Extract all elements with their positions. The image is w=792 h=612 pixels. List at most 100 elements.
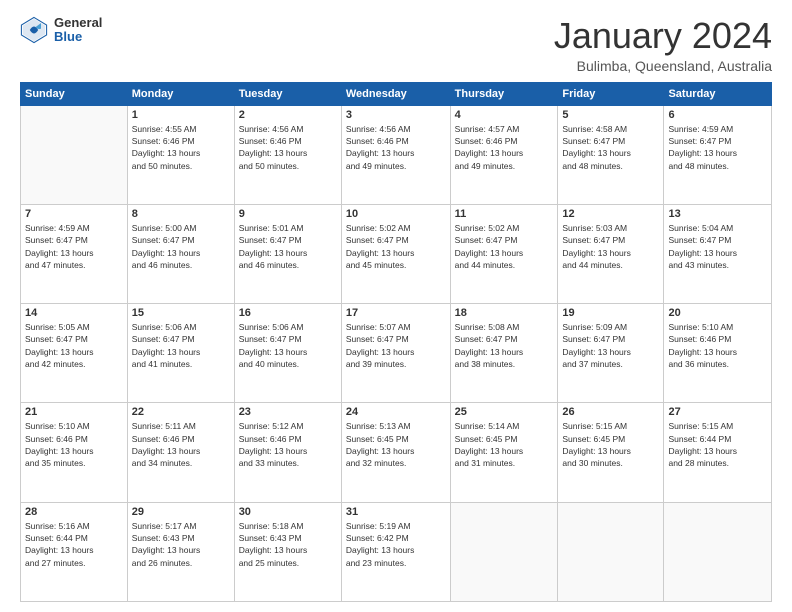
day-number: 29 [132, 506, 230, 518]
day-number: 13 [668, 208, 767, 220]
day-info: Sunrise: 5:10 AMSunset: 6:46 PMDaylight:… [25, 420, 123, 469]
day-cell-0-6: 6 Sunrise: 4:59 AMSunset: 6:47 PMDaylight… [664, 105, 772, 204]
day-number: 24 [346, 406, 446, 418]
logo-general: General [54, 16, 102, 30]
location: Bulimba, Queensland, Australia [554, 58, 772, 74]
day-number: 12 [562, 208, 659, 220]
day-info: Sunrise: 4:56 AMSunset: 6:46 PMDaylight:… [239, 123, 337, 172]
day-cell-1-6: 13 Sunrise: 5:04 AMSunset: 6:47 PMDayligh… [664, 204, 772, 303]
day-info: Sunrise: 5:16 AMSunset: 6:44 PMDaylight:… [25, 520, 123, 569]
day-cell-4-3: 31Sunrise: 5:19 AMSunset: 6:42 PMDayligh… [341, 502, 450, 601]
day-cell-1-5: 12 Sunrise: 5:03 AMSunset: 6:47 PMDayligh… [558, 204, 664, 303]
day-number: 26 [562, 406, 659, 418]
day-cell-0-0 [21, 105, 128, 204]
day-cell-4-6 [664, 502, 772, 601]
day-cell-4-4 [450, 502, 558, 601]
day-number: 18 [455, 307, 554, 319]
day-info: Sunrise: 5:03 AMSunset: 6:47 PMDaylight:… [562, 222, 659, 271]
day-info: Sunrise: 5:06 AMSunset: 6:47 PMDaylight:… [239, 321, 337, 370]
day-cell-4-0: 28 Sunrise: 5:16 AMSunset: 6:44 PMDayligh… [21, 502, 128, 601]
day-number: 17 [346, 307, 446, 319]
day-number: 22 [132, 406, 230, 418]
day-cell-3-1: 22 Sunrise: 5:11 AMSunset: 6:46 PMDayligh… [127, 403, 234, 502]
logo-blue: Blue [54, 30, 102, 44]
day-cell-4-1: 29 Sunrise: 5:17 AMSunset: 6:43 PMDayligh… [127, 502, 234, 601]
day-number: 8 [132, 208, 230, 220]
col-wednesday: Wednesday [341, 82, 450, 105]
day-cell-1-0: 7 Sunrise: 4:59 AMSunset: 6:47 PMDaylight… [21, 204, 128, 303]
day-number: 11 [455, 208, 554, 220]
day-cell-4-2: 30Sunrise: 5:18 AMSunset: 6:43 PMDayligh… [234, 502, 341, 601]
day-cell-2-3: 17 Sunrise: 5:07 AMSunset: 6:47 PMDayligh… [341, 304, 450, 403]
day-info: Sunrise: 4:59 AMSunset: 6:47 PMDaylight:… [668, 123, 767, 172]
day-info: Sunrise: 4:56 AMSunset: 6:46 PMDaylight:… [346, 123, 446, 172]
day-cell-3-5: 26Sunrise: 5:15 AMSunset: 6:45 PMDayligh… [558, 403, 664, 502]
day-number: 27 [668, 406, 767, 418]
day-cell-0-3: 3 Sunrise: 4:56 AMSunset: 6:46 PMDaylight… [341, 105, 450, 204]
day-info: Sunrise: 5:18 AMSunset: 6:43 PMDaylight:… [239, 520, 337, 569]
day-cell-2-1: 15Sunrise: 5:06 AMSunset: 6:47 PMDayligh… [127, 304, 234, 403]
day-number: 16 [239, 307, 337, 319]
day-info: Sunrise: 5:19 AMSunset: 6:42 PMDaylight:… [346, 520, 446, 569]
day-cell-2-5: 19Sunrise: 5:09 AMSunset: 6:47 PMDayligh… [558, 304, 664, 403]
day-cell-1-3: 10 Sunrise: 5:02 AMSunset: 6:47 PMDayligh… [341, 204, 450, 303]
day-cell-3-2: 23Sunrise: 5:12 AMSunset: 6:46 PMDayligh… [234, 403, 341, 502]
day-info: Sunrise: 5:06 AMSunset: 6:47 PMDaylight:… [132, 321, 230, 370]
day-info: Sunrise: 5:04 AMSunset: 6:47 PMDaylight:… [668, 222, 767, 271]
day-number: 21 [25, 406, 123, 418]
day-info: Sunrise: 5:07 AMSunset: 6:47 PMDaylight:… [346, 321, 446, 370]
day-cell-2-2: 16 Sunrise: 5:06 AMSunset: 6:47 PMDayligh… [234, 304, 341, 403]
day-cell-3-6: 27 Sunrise: 5:15 AMSunset: 6:44 PMDayligh… [664, 403, 772, 502]
day-number: 10 [346, 208, 446, 220]
week-row-4: 21 Sunrise: 5:10 AMSunset: 6:46 PMDayligh… [21, 403, 772, 502]
logo-text: General Blue [54, 16, 102, 45]
day-info: Sunrise: 4:59 AMSunset: 6:47 PMDaylight:… [25, 222, 123, 271]
day-number: 28 [25, 506, 123, 518]
day-cell-3-4: 25Sunrise: 5:14 AMSunset: 6:45 PMDayligh… [450, 403, 558, 502]
title-block: January 2024 Bulimba, Queensland, Austra… [554, 16, 772, 74]
day-info: Sunrise: 5:05 AMSunset: 6:47 PMDaylight:… [25, 321, 123, 370]
week-row-2: 7 Sunrise: 4:59 AMSunset: 6:47 PMDaylight… [21, 204, 772, 303]
day-info: Sunrise: 4:55 AMSunset: 6:46 PMDaylight:… [132, 123, 230, 172]
logo-icon [20, 16, 48, 44]
day-info: Sunrise: 5:11 AMSunset: 6:46 PMDaylight:… [132, 420, 230, 469]
day-number: 19 [562, 307, 659, 319]
day-info: Sunrise: 5:00 AMSunset: 6:47 PMDaylight:… [132, 222, 230, 271]
day-info: Sunrise: 4:58 AMSunset: 6:47 PMDaylight:… [562, 123, 659, 172]
day-info: Sunrise: 5:17 AMSunset: 6:43 PMDaylight:… [132, 520, 230, 569]
day-info: Sunrise: 5:08 AMSunset: 6:47 PMDaylight:… [455, 321, 554, 370]
day-info: Sunrise: 5:15 AMSunset: 6:44 PMDaylight:… [668, 420, 767, 469]
day-info: Sunrise: 4:57 AMSunset: 6:46 PMDaylight:… [455, 123, 554, 172]
col-thursday: Thursday [450, 82, 558, 105]
day-info: Sunrise: 5:01 AMSunset: 6:47 PMDaylight:… [239, 222, 337, 271]
day-cell-0-1: 1 Sunrise: 4:55 AMSunset: 6:46 PMDaylight… [127, 105, 234, 204]
col-monday: Monday [127, 82, 234, 105]
day-number: 3 [346, 109, 446, 121]
day-number: 25 [455, 406, 554, 418]
day-cell-2-0: 14 Sunrise: 5:05 AMSunset: 6:47 PMDayligh… [21, 304, 128, 403]
day-number: 5 [562, 109, 659, 121]
page: General Blue January 2024 Bulimba, Queen… [0, 0, 792, 612]
day-info: Sunrise: 5:02 AMSunset: 6:47 PMDaylight:… [455, 222, 554, 271]
header: General Blue January 2024 Bulimba, Queen… [20, 16, 772, 74]
logo: General Blue [20, 16, 102, 45]
day-cell-1-1: 8 Sunrise: 5:00 AMSunset: 6:47 PMDaylight… [127, 204, 234, 303]
day-cell-1-2: 9 Sunrise: 5:01 AMSunset: 6:47 PMDaylight… [234, 204, 341, 303]
day-number: 4 [455, 109, 554, 121]
day-cell-0-5: 5 Sunrise: 4:58 AMSunset: 6:47 PMDaylight… [558, 105, 664, 204]
day-number: 14 [25, 307, 123, 319]
day-cell-4-5 [558, 502, 664, 601]
day-number: 9 [239, 208, 337, 220]
day-info: Sunrise: 5:10 AMSunset: 6:46 PMDaylight:… [668, 321, 767, 370]
calendar-table: Sunday Monday Tuesday Wednesday Thursday… [20, 82, 772, 602]
week-row-5: 28 Sunrise: 5:16 AMSunset: 6:44 PMDayligh… [21, 502, 772, 601]
day-number: 6 [668, 109, 767, 121]
col-tuesday: Tuesday [234, 82, 341, 105]
day-cell-2-4: 18 Sunrise: 5:08 AMSunset: 6:47 PMDayligh… [450, 304, 558, 403]
day-number: 1 [132, 109, 230, 121]
day-cell-0-4: 4 Sunrise: 4:57 AMSunset: 6:46 PMDaylight… [450, 105, 558, 204]
day-number: 7 [25, 208, 123, 220]
day-cell-3-3: 24Sunrise: 5:13 AMSunset: 6:45 PMDayligh… [341, 403, 450, 502]
day-info: Sunrise: 5:02 AMSunset: 6:47 PMDaylight:… [346, 222, 446, 271]
col-sunday: Sunday [21, 82, 128, 105]
